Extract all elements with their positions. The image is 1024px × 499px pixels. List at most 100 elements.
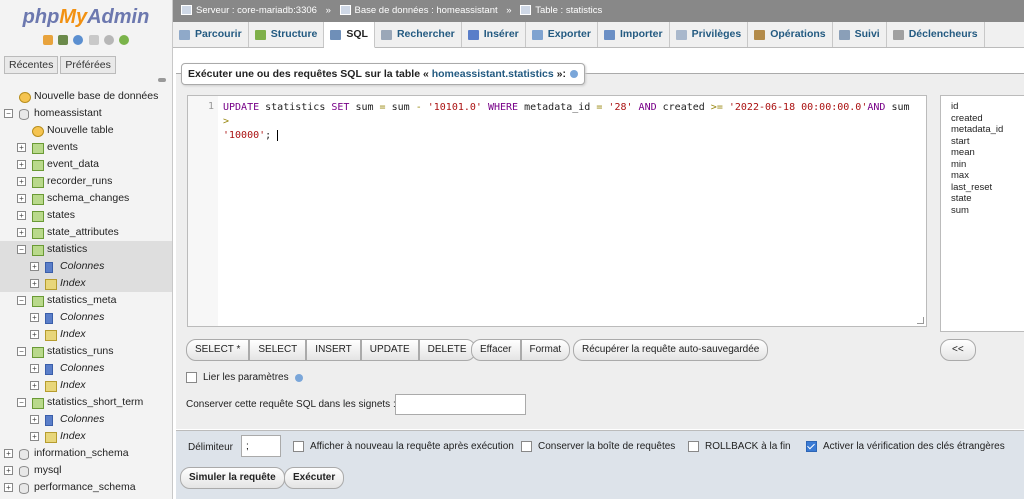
expand-icon[interactable]: + — [30, 330, 39, 339]
column-option[interactable]: start — [941, 136, 1024, 148]
tree-table[interactable]: + state_attributes — [0, 224, 172, 241]
column-option[interactable]: id — [941, 101, 1024, 113]
expand-icon[interactable]: + — [30, 364, 39, 373]
reload-icon[interactable] — [118, 35, 129, 46]
expand-icon[interactable]: + — [17, 177, 26, 186]
tree-label[interactable]: mysql — [34, 462, 61, 479]
select-star-button[interactable]: SELECT * — [186, 339, 250, 361]
keep-box-option[interactable]: Conserver la boîte de requêtes — [521, 441, 675, 452]
column-option[interactable]: last_reset — [941, 182, 1024, 194]
tree-label[interactable]: Index — [60, 377, 86, 394]
rollback-option[interactable]: ROLLBACK à la fin — [688, 441, 791, 452]
tree-label[interactable]: Colonnes — [60, 258, 104, 275]
tree-table[interactable]: − statistics — [0, 241, 172, 258]
tree-database[interactable]: − homeassistant — [0, 105, 172, 122]
tree-label[interactable]: events — [47, 139, 78, 156]
tree-index[interactable]: + Index — [0, 326, 172, 343]
clear-button[interactable]: Effacer — [471, 339, 521, 361]
tree-label[interactable]: event_data — [47, 156, 99, 173]
tree-label[interactable]: homeassistant — [34, 105, 102, 122]
fk-check-checkbox[interactable] — [806, 441, 817, 452]
tree-label[interactable]: statistics_meta — [47, 292, 116, 309]
recent-tab[interactable]: Récentes — [4, 56, 59, 74]
expand-icon[interactable]: + — [17, 211, 26, 220]
fk-check-option[interactable]: Activer la vérification des clés étrangè… — [806, 441, 1005, 452]
tree-label[interactable]: Index — [60, 275, 86, 292]
tree-label[interactable]: statistics — [47, 241, 87, 258]
rollback-checkbox[interactable] — [688, 441, 699, 452]
delimiter-input[interactable] — [241, 435, 281, 457]
tree-label[interactable]: Index — [60, 326, 86, 343]
tree-label[interactable]: performance_schema — [34, 479, 136, 496]
tree-label[interactable]: Nouvelle base de données — [34, 88, 158, 105]
sql-code[interactable]: UPDATE statistics SET sum = sum - '10101… — [223, 101, 913, 143]
expand-icon[interactable]: + — [30, 415, 39, 424]
tree-new-item[interactable]: Nouvelle base de données — [0, 88, 172, 105]
bind-params-checkbox[interactable] — [186, 372, 197, 383]
tree-database[interactable]: + information_schema — [0, 445, 172, 462]
collapse-icon[interactable]: − — [17, 398, 26, 407]
help-icon[interactable] — [294, 373, 303, 382]
tree-table[interactable]: − statistics_short_term — [0, 394, 172, 411]
link-icon[interactable] — [158, 78, 166, 82]
tree-table[interactable]: − statistics_runs — [0, 343, 172, 360]
keep-box-checkbox[interactable] — [521, 441, 532, 452]
tree-database[interactable]: + mysql — [0, 462, 172, 479]
breadcrumb-database[interactable]: Base de données : homeassistant — [355, 5, 498, 16]
tab-exporter[interactable]: Exporter — [526, 22, 598, 47]
tree-label[interactable]: schema_changes — [47, 190, 129, 207]
tab-oprations[interactable]: Opérations — [748, 22, 833, 47]
tab-structure[interactable]: Structure — [249, 22, 325, 47]
tab-dclencheurs[interactable]: Déclencheurs — [887, 22, 985, 47]
collapse-icon[interactable]: − — [17, 296, 26, 305]
insert-button[interactable]: INSERT — [306, 339, 361, 361]
expand-icon[interactable]: + — [30, 381, 39, 390]
show-again-option[interactable]: Afficher à nouveau la requête après exéc… — [293, 441, 514, 452]
tree-label[interactable]: statistics_runs — [47, 343, 114, 360]
delete-button[interactable]: DELETE — [418, 339, 476, 361]
expand-icon[interactable]: + — [30, 432, 39, 441]
bind-params-label[interactable]: Lier les paramètres — [203, 372, 289, 383]
home-icon[interactable] — [43, 35, 54, 46]
expand-icon[interactable]: + — [30, 313, 39, 322]
column-option[interactable]: mean — [941, 147, 1024, 159]
breadcrumb-table[interactable]: Table : statistics — [535, 5, 602, 16]
expand-icon[interactable]: + — [30, 262, 39, 271]
tree-table[interactable]: + states — [0, 207, 172, 224]
tree-columns[interactable]: + Colonnes — [0, 309, 172, 326]
tree-index[interactable]: + Index — [0, 377, 172, 394]
recover-query-button[interactable]: Récupérer la requête auto-sauvegardée — [573, 339, 769, 361]
tree-columns[interactable]: + Colonnes — [0, 411, 172, 428]
tab-parcourir[interactable]: Parcourir — [173, 22, 249, 47]
collapse-all-control[interactable] — [0, 74, 172, 88]
tab-suivi[interactable]: Suivi — [833, 22, 887, 47]
tab-rechercher[interactable]: Rechercher — [375, 22, 462, 47]
resize-handle-icon[interactable] — [917, 317, 924, 324]
phpmyadmin-logo[interactable]: phpMyAdmin — [0, 0, 172, 34]
tab-importer[interactable]: Importer — [598, 22, 670, 47]
select-button[interactable]: SELECT — [249, 339, 307, 361]
table-link[interactable]: homeassistant.statistics — [432, 68, 554, 80]
execute-button[interactable]: Exécuter — [284, 467, 345, 489]
tree-columns[interactable]: + Colonnes — [0, 360, 172, 377]
tree-table[interactable]: + events — [0, 139, 172, 156]
format-button[interactable]: Format — [520, 339, 571, 361]
expand-icon[interactable]: + — [17, 160, 26, 169]
tree-table[interactable]: + schema_changes — [0, 190, 172, 207]
tab-insrer[interactable]: Insérer — [462, 22, 526, 47]
column-option[interactable]: sum — [941, 205, 1024, 217]
tree-label[interactable]: Colonnes — [60, 360, 104, 377]
collapse-columns-button[interactable]: << — [940, 339, 976, 361]
tree-new-item[interactable]: Nouvelle table — [0, 122, 172, 139]
column-option[interactable]: max — [941, 170, 1024, 182]
column-option[interactable]: created — [941, 113, 1024, 125]
tree-label[interactable]: state_attributes — [47, 224, 119, 241]
breadcrumb-server[interactable]: Serveur : core-mariadb:3306 — [196, 5, 317, 16]
collapse-icon[interactable]: − — [4, 109, 13, 118]
tree-index[interactable]: + Index — [0, 428, 172, 445]
tree-table[interactable]: − statistics_meta — [0, 292, 172, 309]
tree-label[interactable]: Colonnes — [60, 411, 104, 428]
tree-label[interactable]: states — [47, 207, 75, 224]
bookmark-input[interactable] — [395, 394, 526, 415]
logout-icon[interactable] — [58, 35, 69, 46]
